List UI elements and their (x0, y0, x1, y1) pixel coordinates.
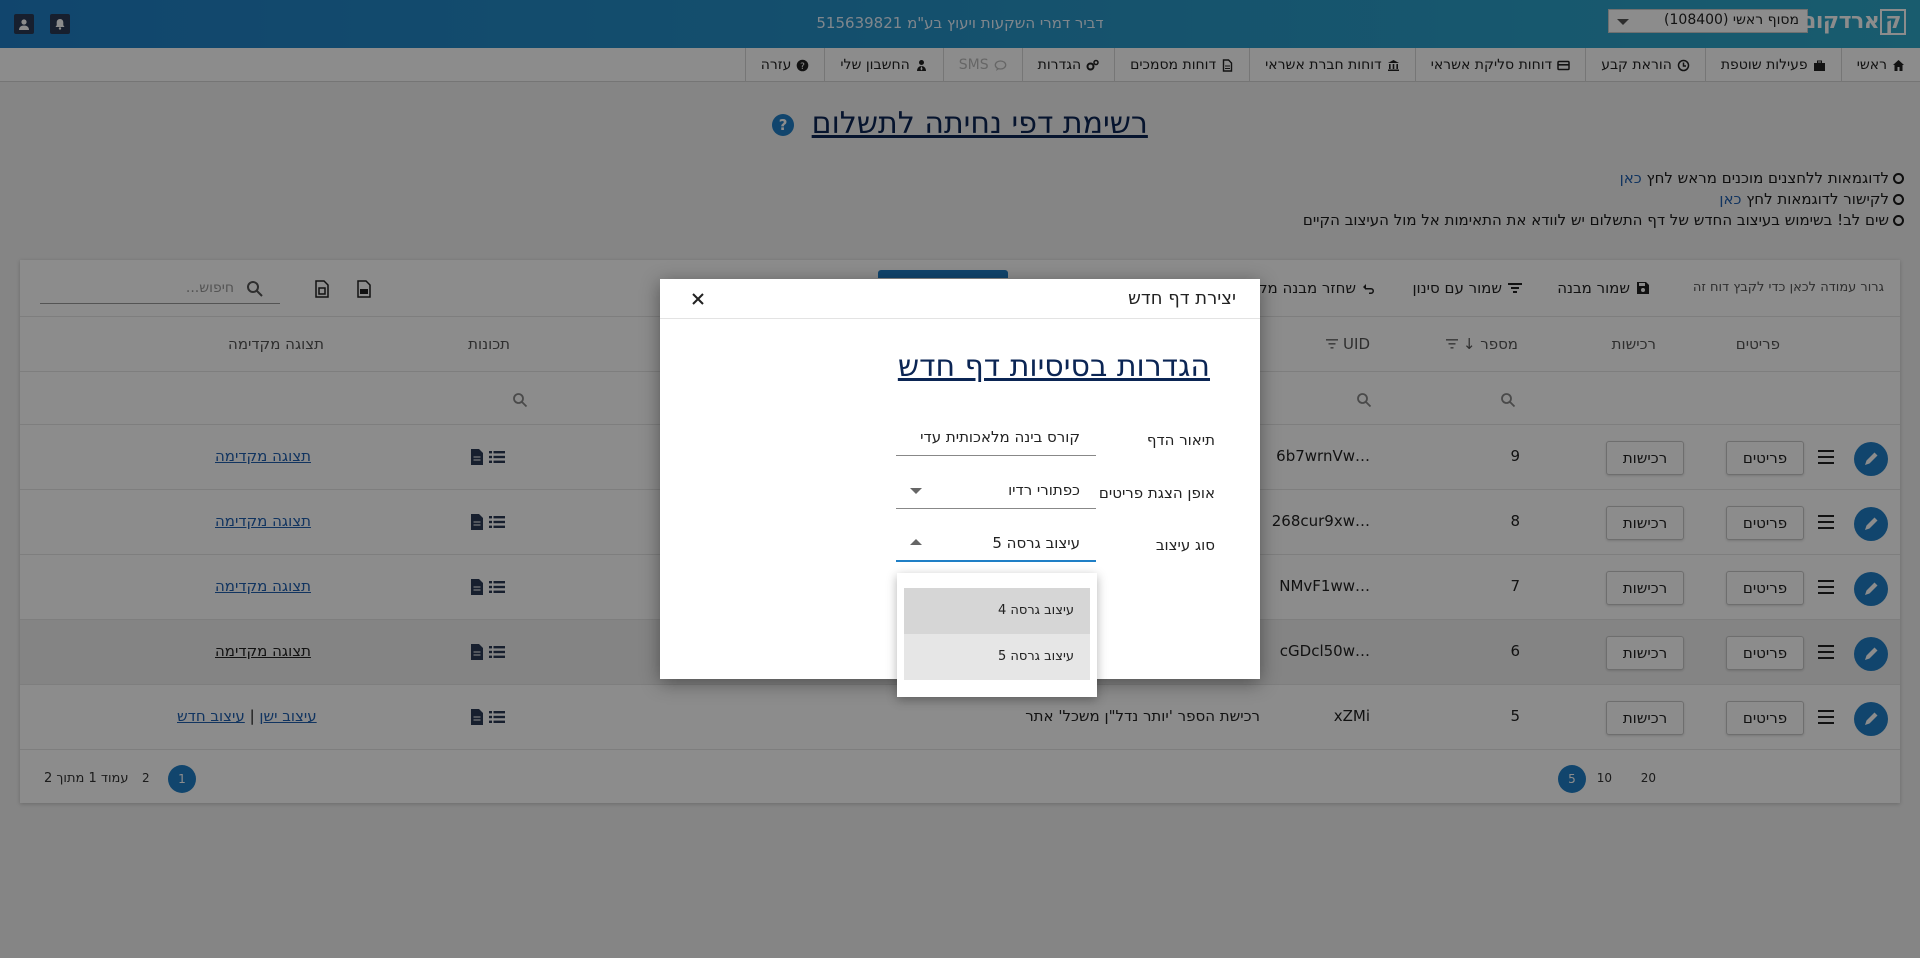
dialog-title: יצירת דף חדש (1128, 288, 1236, 309)
description-label: תיאור הדף (1146, 431, 1215, 449)
design-type-select[interactable]: עיצוב גרסה 5 (896, 524, 1096, 562)
design-type-dropdown: עיצוב גרסה 4 עיצוב גרסה 5 (897, 573, 1097, 697)
chevron-down-icon (910, 488, 922, 494)
design-type-label: סוג עיצוב (1155, 536, 1215, 554)
dialog-heading: הגדרות בסיסיות דף חדש (897, 349, 1210, 384)
chevron-up-icon (910, 539, 922, 545)
display-mode-label: אופן הצגת פריטים (1098, 484, 1215, 502)
design-option[interactable]: עיצוב גרסה 5 (904, 634, 1090, 680)
dialog-header: יצירת דף חדש (660, 279, 1260, 319)
description-input[interactable]: קורס בינה מלאכותית עדי (896, 418, 1096, 456)
close-icon[interactable] (690, 291, 706, 307)
design-option[interactable]: עיצוב גרסה 4 (904, 588, 1090, 634)
display-mode-select[interactable]: כפתורי רדיו (896, 471, 1096, 509)
